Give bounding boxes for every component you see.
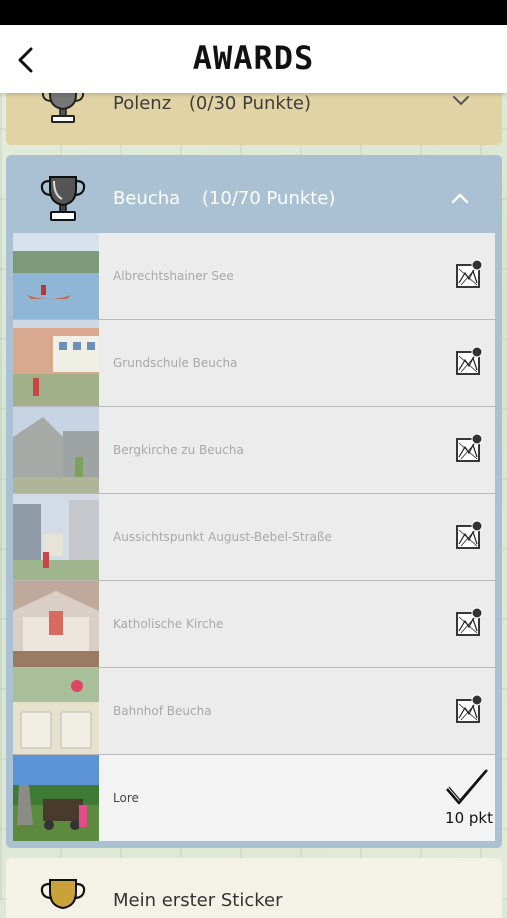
group-points: (0/30 Punkte) [188, 93, 312, 114]
location-name: Bahnhof Beucha [113, 704, 212, 718]
location-name: Katholische Kirche [113, 617, 224, 631]
group-name: Polenz [113, 93, 172, 114]
map-marker-icon [456, 607, 483, 636]
map-marker-icon [456, 694, 483, 723]
location-photo [13, 233, 99, 319]
list-item[interactable]: Bahnhof Beucha [13, 668, 495, 755]
award-group-polenz[interactable]: Polenz (0/30 Punkte) [6, 85, 502, 145]
award-group-beucha: Beucha (10/70 Punkte) Albrechtshainer Se… [6, 155, 502, 848]
map-marker-icon [456, 259, 483, 288]
location-photo [13, 407, 99, 493]
trophy-icon [40, 176, 86, 221]
award-group-sticker[interactable]: Mein erster Sticker [6, 858, 502, 918]
list-item[interactable]: Grundschule Beucha [13, 320, 495, 407]
location-photo [13, 581, 99, 667]
chevron-up-icon [451, 193, 469, 204]
group-points: (10/70 Punkte) [201, 188, 336, 209]
chevron-down-icon [453, 96, 469, 106]
page-title: AWARDS [192, 39, 315, 77]
group-name: Mein erster Sticker [113, 890, 283, 911]
award-item-list: Albrechtshainer See Grundschule Beucha B… [13, 233, 495, 841]
status-bar [0, 0, 507, 25]
location-photo [13, 755, 99, 841]
award-points: 10 pkt [445, 809, 493, 827]
location-photo [13, 320, 99, 406]
location-name: Albrechtshainer See [113, 269, 234, 283]
map-marker-icon [456, 346, 483, 375]
list-item[interactable]: Albrechtshainer See [13, 233, 495, 320]
list-item[interactable]: Aussichtspunkt August-Bebel-Straße [13, 494, 495, 581]
map-marker-icon [456, 520, 483, 549]
location-name: Grundschule Beucha [113, 356, 238, 370]
group-name: Beucha [113, 188, 181, 209]
location-name: Lore [113, 791, 139, 805]
checkmark-icon [446, 769, 488, 805]
list-item-completed[interactable]: Lore 10 pkt [13, 755, 495, 841]
location-photo [13, 668, 99, 754]
location-photo [13, 494, 99, 580]
location-name: Aussichtspunkt August-Bebel-Straße [113, 530, 332, 544]
map-marker-icon [456, 433, 483, 462]
trophy-icon [40, 879, 86, 910]
location-name: Bergkirche zu Beucha [113, 443, 244, 457]
list-item[interactable]: Bergkirche zu Beucha [13, 407, 495, 494]
app-header: AWARDS [0, 25, 507, 93]
list-item[interactable]: Katholische Kirche [13, 581, 495, 668]
award-group-header[interactable]: Beucha (10/70 Punkte) [6, 155, 502, 233]
